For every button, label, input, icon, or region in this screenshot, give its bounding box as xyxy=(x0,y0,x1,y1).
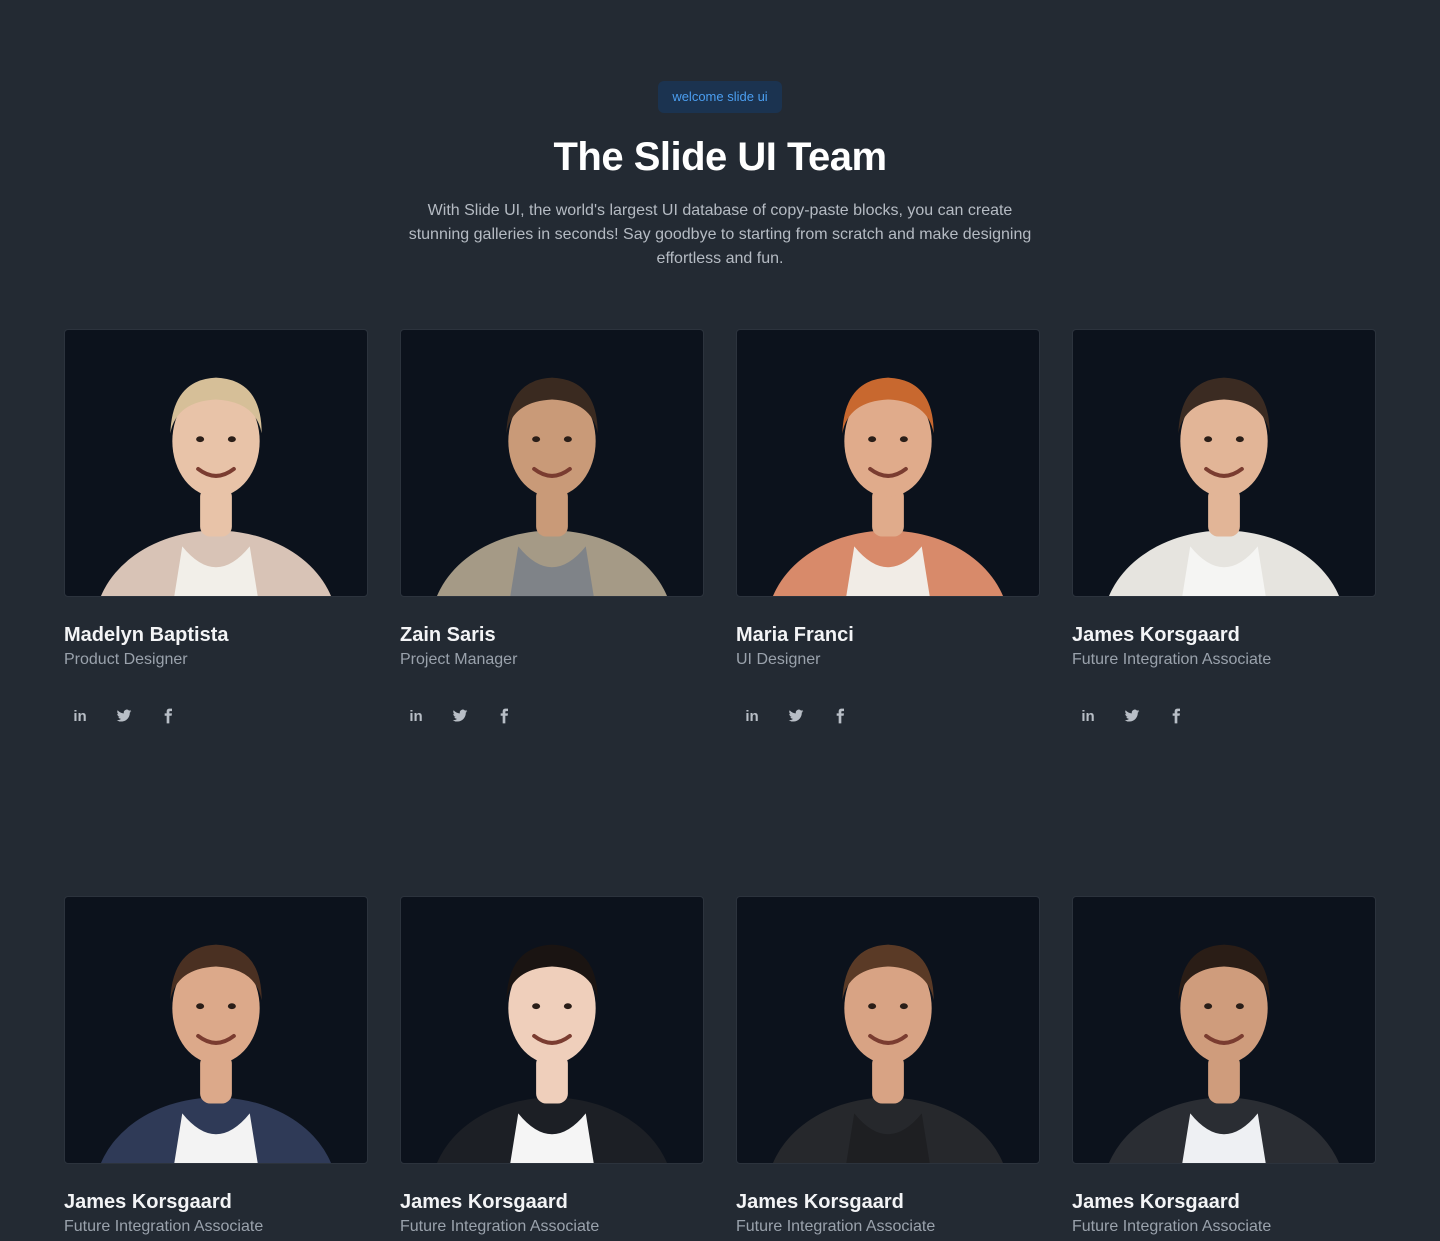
member-photo xyxy=(64,896,368,1164)
member-socials: in xyxy=(1072,700,1376,732)
member-role: Project Manager xyxy=(400,651,518,668)
member-portrait xyxy=(772,944,1004,1163)
twitter-icon[interactable] xyxy=(780,700,812,732)
team-member-card: James Korsgaard Future Integration Assoc… xyxy=(64,896,368,1241)
member-portrait xyxy=(436,377,668,596)
member-role: Future Integration Associate xyxy=(1072,651,1272,668)
twitter-icon[interactable] xyxy=(444,700,476,732)
team-member-card: James Korsgaard Future Integration Assoc… xyxy=(736,896,1040,1241)
team-member-card: Zain Saris Project Manager in xyxy=(400,329,704,732)
member-portrait xyxy=(436,944,668,1163)
member-portrait xyxy=(1108,377,1340,596)
member-role: Future Integration Associate xyxy=(64,1218,264,1235)
member-name: Zain Saris xyxy=(400,624,496,646)
member-portrait xyxy=(772,377,1004,596)
member-photo xyxy=(736,896,1040,1164)
member-name: Maria Franci xyxy=(736,624,854,646)
team-member-card: James Korsgaard Future Integration Assoc… xyxy=(1072,329,1376,732)
member-name: James Korsgaard xyxy=(400,1191,568,1213)
page-title: The Slide UI Team xyxy=(553,135,887,179)
member-photo xyxy=(400,329,704,597)
member-socials: in xyxy=(64,700,368,732)
linkedin-icon[interactable]: in xyxy=(736,700,768,732)
member-role: Future Integration Associate xyxy=(400,1218,600,1235)
member-socials: in xyxy=(736,700,1040,732)
team-member-card: James Korsgaard Future Integration Assoc… xyxy=(1072,896,1376,1241)
member-photo xyxy=(736,329,1040,597)
member-photo xyxy=(64,329,368,597)
member-socials: in xyxy=(400,700,704,732)
member-portrait xyxy=(1108,944,1340,1163)
facebook-icon[interactable] xyxy=(488,700,520,732)
facebook-icon[interactable] xyxy=(824,700,856,732)
member-name: James Korsgaard xyxy=(1072,1191,1240,1213)
member-name: James Korsgaard xyxy=(64,1191,232,1213)
page-subtitle: With Slide UI, the world's largest UI da… xyxy=(408,202,1032,267)
linkedin-icon[interactable]: in xyxy=(1072,700,1104,732)
member-role: Product Designer xyxy=(64,651,188,668)
member-name: James Korsgaard xyxy=(1072,624,1240,646)
member-portrait xyxy=(100,377,332,596)
facebook-icon[interactable] xyxy=(1160,700,1192,732)
twitter-icon[interactable] xyxy=(1116,700,1148,732)
team-section: welcome slide ui The Slide UI Team With … xyxy=(0,0,1440,1241)
member-role: UI Designer xyxy=(736,651,821,668)
member-role: Future Integration Associate xyxy=(1072,1218,1272,1235)
facebook-icon[interactable] xyxy=(152,700,184,732)
member-photo xyxy=(1072,896,1376,1164)
team-member-card: Maria Franci UI Designer in xyxy=(736,329,1040,732)
twitter-icon[interactable] xyxy=(108,700,140,732)
member-name: James Korsgaard xyxy=(736,1191,904,1213)
linkedin-icon[interactable]: in xyxy=(400,700,432,732)
member-role: Future Integration Associate xyxy=(736,1218,936,1235)
member-photo xyxy=(1072,329,1376,597)
welcome-badge: welcome slide ui xyxy=(658,81,782,113)
linkedin-icon[interactable]: in xyxy=(64,700,96,732)
team-member-card: James Korsgaard Future Integration Assoc… xyxy=(400,896,704,1241)
team-member-card: Madelyn Baptista Product Designer in xyxy=(64,329,368,732)
member-name: Madelyn Baptista xyxy=(64,624,229,646)
team-grid: Madelyn Baptista Product Designer in Zai… xyxy=(64,329,1376,1241)
member-portrait xyxy=(100,944,332,1163)
team-header: welcome slide ui The Slide UI Team With … xyxy=(0,0,1440,271)
member-photo xyxy=(400,896,704,1164)
